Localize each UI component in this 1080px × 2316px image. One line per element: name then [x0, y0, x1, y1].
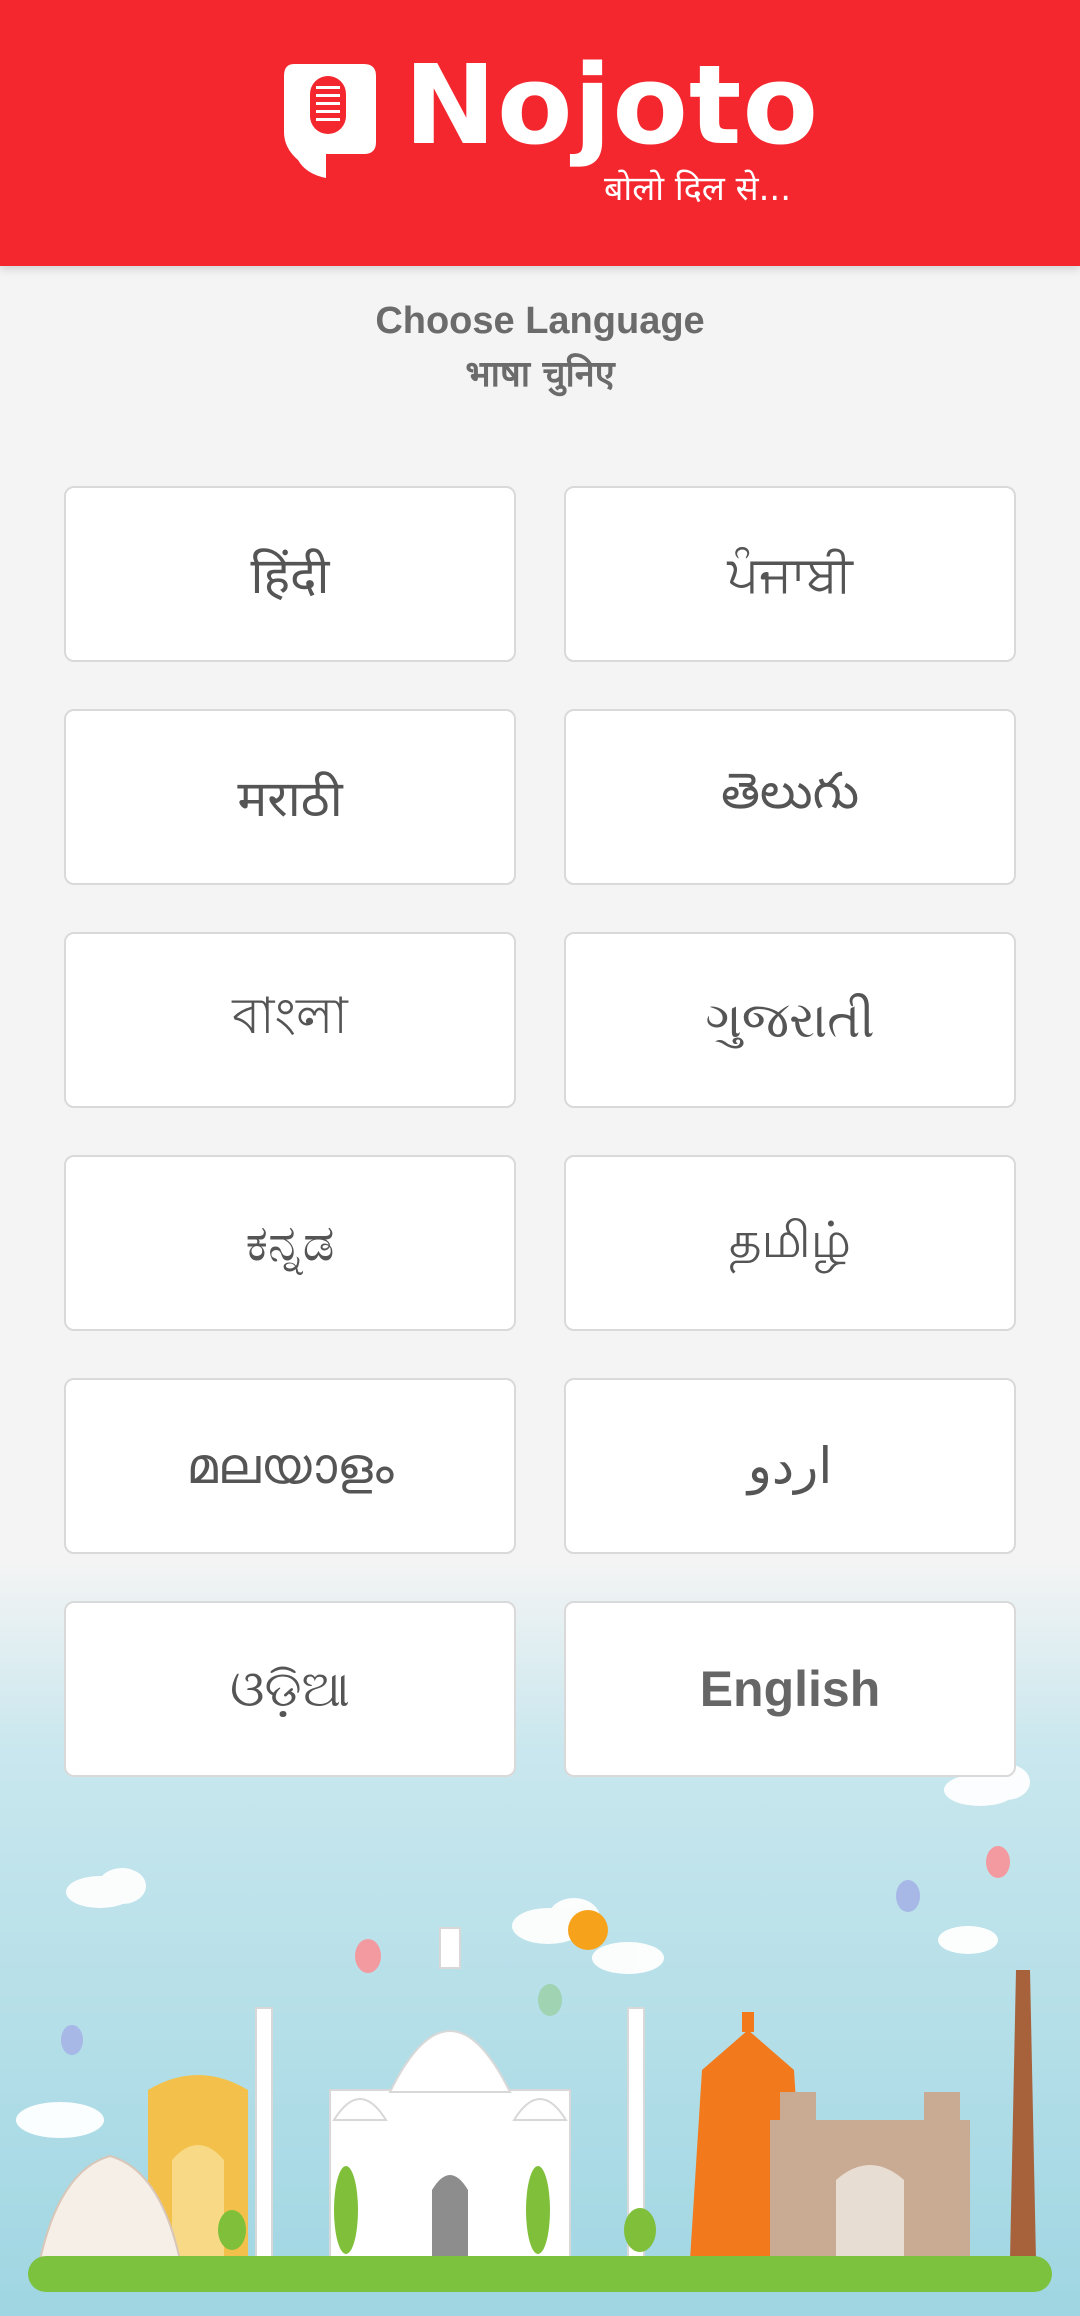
brand-name: Nojoto	[404, 41, 820, 169]
language-button-kannada[interactable]: ಕನ್ನಡ	[64, 1155, 516, 1331]
language-button-tamil[interactable]: தமிழ்	[564, 1155, 1016, 1331]
language-button-english[interactable]: English	[564, 1601, 1016, 1777]
language-button-gujarati[interactable]: ગુજરાતી	[564, 932, 1016, 1108]
app-header: Nojoto बोलो दिल से...	[0, 0, 1080, 266]
language-button-odia[interactable]: ଓଡ଼ିଆ	[64, 1601, 516, 1777]
choose-language-title-hindi: भाषा चुनिए	[465, 354, 615, 395]
language-button-telugu[interactable]: తెలుగు	[564, 709, 1016, 885]
language-button-marathi[interactable]: मराठी	[64, 709, 516, 885]
language-button-malayalam[interactable]: മലയാളം	[64, 1378, 516, 1554]
language-button-hindi[interactable]: हिंदी	[64, 486, 516, 662]
language-button-punjabi[interactable]: ਪੰਜਾਬੀ	[564, 486, 1016, 662]
choose-language-title: Choose Language	[375, 300, 705, 342]
language-button-bengali[interactable]: বাংলা	[64, 932, 516, 1108]
language-button-urdu[interactable]: اردو	[564, 1378, 1016, 1554]
nojoto-microphone-logo-icon	[284, 64, 376, 178]
brand-tagline: बोलो दिल से...	[604, 169, 792, 209]
